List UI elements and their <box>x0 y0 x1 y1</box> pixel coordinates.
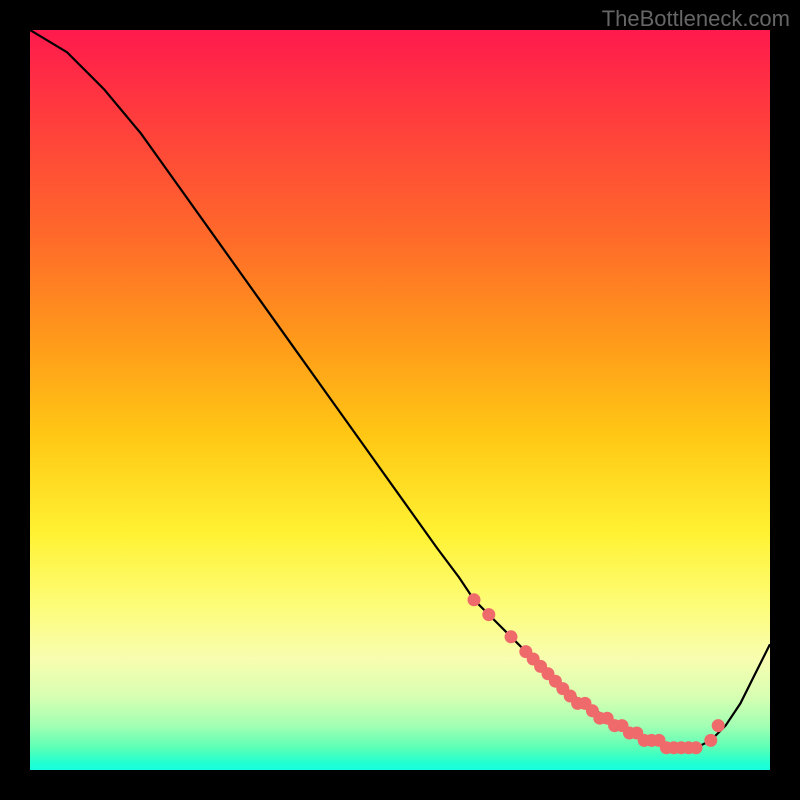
watermark-text: TheBottleneck.com <box>602 6 790 32</box>
chart-container: TheBottleneck.com <box>0 0 800 800</box>
gradient-background <box>30 30 770 770</box>
plot-area <box>30 30 770 770</box>
